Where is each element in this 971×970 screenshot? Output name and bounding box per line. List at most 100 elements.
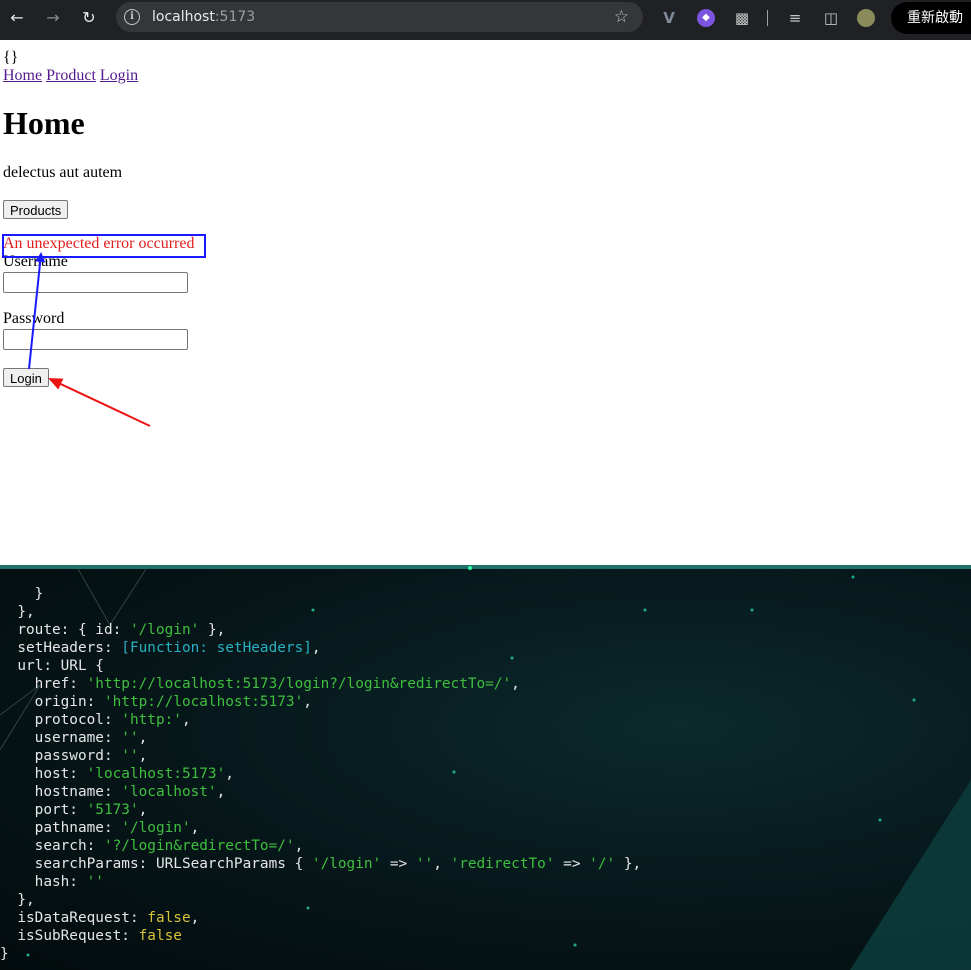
error-message: An unexpected error occurred <box>3 235 195 252</box>
nav-link-product[interactable]: Product <box>46 67 96 84</box>
terminal-token: 'localhost' <box>121 784 217 800</box>
terminal-line: password: '', <box>0 747 641 765</box>
terminal-line: origin: 'http://localhost:5173', <box>0 693 641 711</box>
terminal-line: isDataRequest: false, <box>0 909 641 927</box>
login-button[interactable]: Login <box>3 368 49 387</box>
url-port: :5173 <box>214 9 256 25</box>
terminal-token: '/login' <box>311 856 382 872</box>
nav-link-login[interactable]: Login <box>100 67 138 84</box>
terminal-token: , <box>433 856 451 872</box>
reload-icon[interactable]: ↻ <box>79 8 99 28</box>
vue-extension-icon[interactable]: V <box>660 9 678 27</box>
terminal-token: setHeaders: <box>0 640 122 656</box>
terminal-token: searchParams: URLSearchParams { <box>0 856 312 872</box>
terminal-token: '' <box>86 874 104 890</box>
terminal-line: hash: '' <box>0 873 641 891</box>
terminal-token: }, <box>0 892 35 908</box>
products-button[interactable]: Products <box>3 200 69 219</box>
terminal-token: '?/login&redirectTo=/' <box>103 838 295 854</box>
password-input[interactable] <box>3 329 188 350</box>
terminal-token: }, <box>199 622 226 638</box>
terminal-token: isSubRequest: <box>0 928 139 944</box>
bookmark-star-icon[interactable]: ☆ <box>614 7 629 27</box>
terminal-token: url: URL { <box>0 658 104 674</box>
terminal-token: }, <box>615 856 642 872</box>
url-host: localhost <box>152 9 215 25</box>
terminal-token: origin: <box>0 694 104 710</box>
terminal-token: search: <box>0 838 104 854</box>
terminal-token: , <box>181 712 191 728</box>
terminal-token: , <box>138 802 148 818</box>
nav-link-home[interactable]: Home <box>3 67 42 84</box>
site-nav: Home Product Login <box>3 67 142 85</box>
terminal-line: port: '5173', <box>0 801 641 819</box>
terminal-line: hostname: 'localhost', <box>0 783 641 801</box>
forward-arrow-icon[interactable]: → <box>43 8 63 28</box>
profile-avatar[interactable] <box>857 9 875 27</box>
terminal-line: pathname: '/login', <box>0 819 641 837</box>
terminal-token: , <box>294 838 304 854</box>
terminal-line: } <box>0 585 641 603</box>
address-bar[interactable]: i localhost:5173 ☆ <box>116 2 643 32</box>
terminal-line: }, <box>0 603 641 621</box>
terminal-line: username: '', <box>0 729 641 747</box>
terminal-token: , <box>225 766 234 782</box>
terminal-token: 'redirectTo' <box>450 856 555 872</box>
extension-purple-icon[interactable]: ◆ <box>697 9 715 27</box>
terminal-line: isSubRequest: false <box>0 927 641 945</box>
terminal-token: port: <box>0 802 87 818</box>
browser-toolbar: ← → ↻ i localhost:5173 ☆ V ◆ ▩ ≡ ◫ 重新啟動 <box>0 0 971 40</box>
terminal-token: }, <box>0 604 35 620</box>
terminal-line: protocol: 'http:', <box>0 711 641 729</box>
terminal-token: , <box>216 784 226 800</box>
terminal-token: 'http://localhost:5173' <box>103 694 304 710</box>
username-label: Username <box>3 253 68 270</box>
terminal-token: , <box>190 910 200 926</box>
terminal-token: } <box>0 586 44 602</box>
terminal-token: false <box>138 928 182 944</box>
terminal-line: } <box>0 945 641 963</box>
terminal-token: hostname: <box>0 784 122 800</box>
terminal-token: href: <box>0 676 87 692</box>
terminal-token: => <box>381 856 416 872</box>
terminal-token: => <box>554 856 590 872</box>
back-arrow-icon[interactable]: ← <box>7 8 27 28</box>
terminal-token: [Function: setHeaders] <box>121 640 312 656</box>
terminal-token: route: { id: <box>0 622 130 638</box>
terminal-line: href: 'http://localhost:5173/login?/logi… <box>0 675 641 693</box>
terminal-token: isDataRequest: <box>0 910 148 926</box>
terminal-token: host: <box>0 766 87 782</box>
terminal-line: route: { id: '/login' }, <box>0 621 641 639</box>
terminal-token: '' <box>415 856 434 872</box>
terminal-token: '' <box>121 730 139 746</box>
media-control-icon[interactable]: ≡ <box>786 9 804 27</box>
side-panel-icon[interactable]: ◫ <box>822 9 840 27</box>
terminal-token: '' <box>121 748 139 764</box>
extensions-puzzle-icon[interactable]: ▩ <box>733 9 751 27</box>
terminal-token: , <box>311 640 321 656</box>
terminal-token: , <box>303 694 312 710</box>
password-label: Password <box>3 310 65 327</box>
restart-button[interactable]: 重新啟動 <box>891 2 971 34</box>
terminal-token: protocol: <box>0 712 122 728</box>
terminal-token: password: <box>0 748 122 764</box>
terminal-token: 'http:' <box>121 712 182 728</box>
address-url[interactable]: localhost:5173 <box>152 9 255 25</box>
terminal-token: false <box>147 910 191 926</box>
terminal-token: '/login' <box>129 622 200 638</box>
username-input[interactable] <box>3 272 188 293</box>
terminal-token: '/login' <box>121 820 191 836</box>
terminal-token: } <box>0 946 9 962</box>
terminal-line: setHeaders: [Function: setHeaders], <box>0 639 641 657</box>
page-description: delectus aut autem <box>3 164 123 181</box>
web-page: {} Home Product Login Home delectus aut au… <box>0 40 971 565</box>
site-info-icon[interactable]: i <box>124 9 140 25</box>
terminal-token: '5173' <box>86 802 139 818</box>
terminal-line: url: URL { <box>0 657 641 675</box>
terminal-token: '/' <box>589 856 616 872</box>
terminal-line: }, <box>0 891 641 909</box>
terminal-panel[interactable]: } }, route: { id: '/login' }, setHeaders… <box>0 565 971 970</box>
terminal-token: , <box>190 820 200 836</box>
page-title: Home <box>3 105 85 141</box>
terminal-token: 'http://localhost:5173/login?/login&redi… <box>86 676 512 692</box>
